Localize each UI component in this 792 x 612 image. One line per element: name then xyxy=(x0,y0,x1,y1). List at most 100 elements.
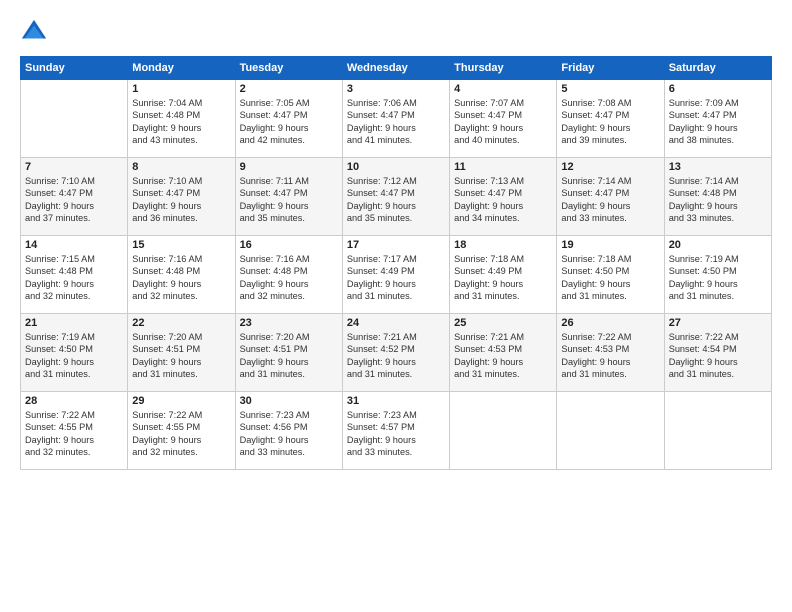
logo-icon xyxy=(20,18,48,46)
calendar-cell: 21Sunrise: 7:19 AMSunset: 4:50 PMDayligh… xyxy=(21,314,128,392)
calendar-cell: 25 Sunrise: 7:21 AMSunset: 4:53 PMDayligh… xyxy=(450,314,557,392)
calendar-header-friday: Friday xyxy=(557,57,664,80)
calendar-cell xyxy=(664,392,771,470)
day-number: 17 xyxy=(347,239,445,251)
calendar-cell: 31 Sunrise: 7:23 AMSunset: 4:57 PMDayligh… xyxy=(342,392,449,470)
calendar-cell: 9 Sunrise: 7:11 AMSunset: 4:47 PMDaylight… xyxy=(235,158,342,236)
calendar-cell: 26 Sunrise: 7:22 AMSunset: 4:53 PMDayligh… xyxy=(557,314,664,392)
day-number: 23 xyxy=(240,317,338,329)
calendar-cell: 4 Sunrise: 7:07 AMSunset: 4:47 PMDaylight… xyxy=(450,80,557,158)
calendar-cell: 16 Sunrise: 7:16 AMSunset: 4:48 PMDayligh… xyxy=(235,236,342,314)
day-detail: Sunrise: 7:14 AMSunset: 4:47 PMDaylight:… xyxy=(561,175,659,225)
day-detail: Sunrise: 7:22 AMSunset: 4:55 PMDaylight:… xyxy=(132,409,230,459)
day-number: 4 xyxy=(454,83,552,95)
day-number: 10 xyxy=(347,161,445,173)
day-detail: Sunrise: 7:23 AMSunset: 4:57 PMDaylight:… xyxy=(347,409,445,459)
calendar-week-5: 28 Sunrise: 7:22 AMSunset: 4:55 PMDayligh… xyxy=(21,392,772,470)
day-detail: Sunrise: 7:08 AMSunset: 4:47 PMDaylight:… xyxy=(561,97,659,147)
day-number: 29 xyxy=(132,395,230,407)
day-detail: Sunrise: 7:04 AMSunset: 4:48 PMDaylight:… xyxy=(132,97,230,147)
day-number: 15 xyxy=(132,239,230,251)
day-detail: Sunrise: 7:05 AMSunset: 4:47 PMDaylight:… xyxy=(240,97,338,147)
day-detail: Sunrise: 7:19 AMSunset: 4:50 PMDaylight:… xyxy=(25,331,123,381)
day-detail: Sunrise: 7:17 AMSunset: 4:49 PMDaylight:… xyxy=(347,253,445,303)
day-number: 8 xyxy=(132,161,230,173)
day-detail: Sunrise: 7:21 AMSunset: 4:53 PMDaylight:… xyxy=(454,331,552,381)
calendar-cell: 18Sunrise: 7:18 AMSunset: 4:49 PMDayligh… xyxy=(450,236,557,314)
day-number: 9 xyxy=(240,161,338,173)
day-number: 24 xyxy=(347,317,445,329)
calendar-cell: 30Sunrise: 7:23 AMSunset: 4:56 PMDayligh… xyxy=(235,392,342,470)
day-number: 5 xyxy=(561,83,659,95)
day-number: 14 xyxy=(25,239,123,251)
day-number: 31 xyxy=(347,395,445,407)
day-number: 25 xyxy=(454,317,552,329)
calendar-cell xyxy=(21,80,128,158)
day-number: 13 xyxy=(669,161,767,173)
day-number: 12 xyxy=(561,161,659,173)
calendar-cell: 7 Sunrise: 7:10 AMSunset: 4:47 PMDaylight… xyxy=(21,158,128,236)
header xyxy=(20,18,772,46)
day-number: 1 xyxy=(132,83,230,95)
calendar-cell: 3 Sunrise: 7:06 AMSunset: 4:47 PMDaylight… xyxy=(342,80,449,158)
day-detail: Sunrise: 7:07 AMSunset: 4:47 PMDaylight:… xyxy=(454,97,552,147)
day-detail: Sunrise: 7:15 AMSunset: 4:48 PMDaylight:… xyxy=(25,253,123,303)
calendar-cell xyxy=(557,392,664,470)
day-detail: Sunrise: 7:06 AMSunset: 4:47 PMDaylight:… xyxy=(347,97,445,147)
day-number: 11 xyxy=(454,161,552,173)
day-number: 16 xyxy=(240,239,338,251)
day-detail: Sunrise: 7:11 AMSunset: 4:47 PMDaylight:… xyxy=(240,175,338,225)
day-number: 27 xyxy=(669,317,767,329)
calendar-header-wednesday: Wednesday xyxy=(342,57,449,80)
calendar-week-3: 14 Sunrise: 7:15 AMSunset: 4:48 PMDayligh… xyxy=(21,236,772,314)
calendar-cell: 12 Sunrise: 7:14 AMSunset: 4:47 PMDayligh… xyxy=(557,158,664,236)
day-detail: Sunrise: 7:16 AMSunset: 4:48 PMDaylight:… xyxy=(240,253,338,303)
calendar-header-saturday: Saturday xyxy=(664,57,771,80)
calendar-week-2: 7 Sunrise: 7:10 AMSunset: 4:47 PMDaylight… xyxy=(21,158,772,236)
calendar-header-monday: Monday xyxy=(128,57,235,80)
day-detail: Sunrise: 7:12 AMSunset: 4:47 PMDaylight:… xyxy=(347,175,445,225)
calendar-header-tuesday: Tuesday xyxy=(235,57,342,80)
day-detail: Sunrise: 7:21 AMSunset: 4:52 PMDaylight:… xyxy=(347,331,445,381)
calendar-cell: 13 Sunrise: 7:14 AMSunset: 4:48 PMDayligh… xyxy=(664,158,771,236)
day-number: 28 xyxy=(25,395,123,407)
day-detail: Sunrise: 7:22 AMSunset: 4:55 PMDaylight:… xyxy=(25,409,123,459)
day-number: 7 xyxy=(25,161,123,173)
calendar-cell xyxy=(450,392,557,470)
calendar-cell: 20 Sunrise: 7:19 AMSunset: 4:50 PMDayligh… xyxy=(664,236,771,314)
calendar-cell: 27 Sunrise: 7:22 AMSunset: 4:54 PMDayligh… xyxy=(664,314,771,392)
calendar-cell: 1 Sunrise: 7:04 AMSunset: 4:48 PMDaylight… xyxy=(128,80,235,158)
day-detail: Sunrise: 7:16 AMSunset: 4:48 PMDaylight:… xyxy=(132,253,230,303)
day-detail: Sunrise: 7:19 AMSunset: 4:50 PMDaylight:… xyxy=(669,253,767,303)
calendar-header-sunday: Sunday xyxy=(21,57,128,80)
day-detail: Sunrise: 7:18 AMSunset: 4:49 PMDaylight:… xyxy=(454,253,552,303)
day-number: 30 xyxy=(240,395,338,407)
calendar-cell: 19Sunrise: 7:18 AMSunset: 4:50 PMDayligh… xyxy=(557,236,664,314)
day-number: 22 xyxy=(132,317,230,329)
day-number: 20 xyxy=(669,239,767,251)
day-detail: Sunrise: 7:10 AMSunset: 4:47 PMDaylight:… xyxy=(132,175,230,225)
calendar-cell: 2 Sunrise: 7:05 AMSunset: 4:47 PMDaylight… xyxy=(235,80,342,158)
day-detail: Sunrise: 7:22 AMSunset: 4:54 PMDaylight:… xyxy=(669,331,767,381)
day-number: 6 xyxy=(669,83,767,95)
calendar-cell: 22 Sunrise: 7:20 AMSunset: 4:51 PMDayligh… xyxy=(128,314,235,392)
calendar-cell: 23Sunrise: 7:20 AMSunset: 4:51 PMDayligh… xyxy=(235,314,342,392)
day-number: 26 xyxy=(561,317,659,329)
calendar-cell: 5 Sunrise: 7:08 AMSunset: 4:47 PMDaylight… xyxy=(557,80,664,158)
day-detail: Sunrise: 7:14 AMSunset: 4:48 PMDaylight:… xyxy=(669,175,767,225)
day-number: 2 xyxy=(240,83,338,95)
calendar-cell: 29 Sunrise: 7:22 AMSunset: 4:55 PMDayligh… xyxy=(128,392,235,470)
calendar-cell: 24 Sunrise: 7:21 AMSunset: 4:52 PMDayligh… xyxy=(342,314,449,392)
calendar-header-row: SundayMondayTuesdayWednesdayThursdayFrid… xyxy=(21,57,772,80)
calendar-cell: 15 Sunrise: 7:16 AMSunset: 4:48 PMDayligh… xyxy=(128,236,235,314)
day-number: 3 xyxy=(347,83,445,95)
calendar-cell: 10 Sunrise: 7:12 AMSunset: 4:47 PMDayligh… xyxy=(342,158,449,236)
calendar-cell: 11Sunrise: 7:13 AMSunset: 4:47 PMDayligh… xyxy=(450,158,557,236)
day-detail: Sunrise: 7:20 AMSunset: 4:51 PMDaylight:… xyxy=(132,331,230,381)
logo xyxy=(20,18,52,46)
day-detail: Sunrise: 7:22 AMSunset: 4:53 PMDaylight:… xyxy=(561,331,659,381)
day-detail: Sunrise: 7:18 AMSunset: 4:50 PMDaylight:… xyxy=(561,253,659,303)
calendar-cell: 8 Sunrise: 7:10 AMSunset: 4:47 PMDaylight… xyxy=(128,158,235,236)
calendar-page: SundayMondayTuesdayWednesdayThursdayFrid… xyxy=(0,0,792,612)
day-detail: Sunrise: 7:10 AMSunset: 4:47 PMDaylight:… xyxy=(25,175,123,225)
